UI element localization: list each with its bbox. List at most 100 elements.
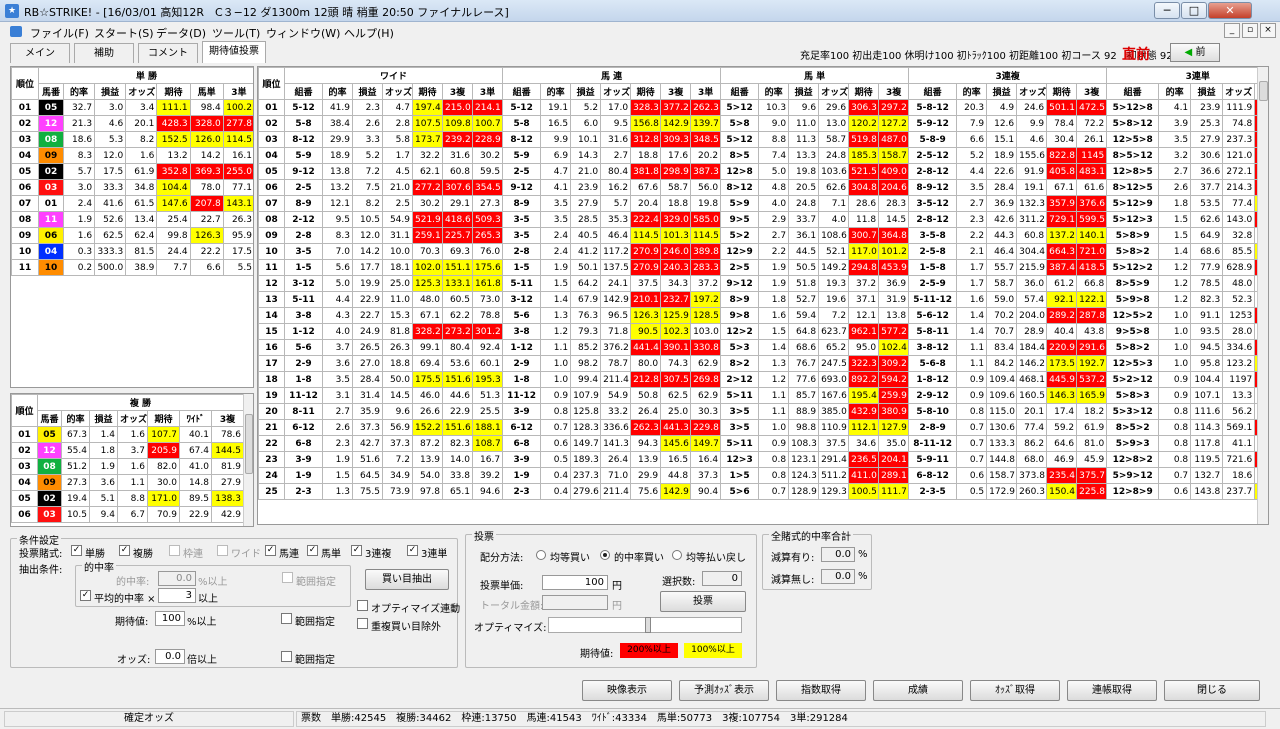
combo-row[interactable]: 19 11-12 3.1 31.4 14.5 46.0 44.6 51.3 11-12 0.9 10… bbox=[258, 387, 1268, 404]
combo-row[interactable]: 07 8-9 12.1 8.2 2.5 30.2 29.1 27.3 8-9 3.5 27.9 5.7… bbox=[258, 195, 1268, 212]
avg-hit-input[interactable]: 3 bbox=[158, 588, 196, 603]
prev-button[interactable]: ◀ 前 bbox=[1170, 43, 1220, 62]
place-row[interactable]: 05 02 19.4 5.1 8.8 171.0 89.5 138.3 bbox=[11, 490, 244, 507]
results-button[interactable]: 成績 bbox=[873, 680, 963, 701]
win-row[interactable]: 02 12 21.3 4.6 20.1 428.3 328.0 277.8 bbox=[11, 115, 253, 132]
dist-payout-radio[interactable] bbox=[672, 550, 682, 560]
win-row[interactable]: 03 08 18.6 5.3 8.2 152.5 126.0 114.5 bbox=[11, 131, 253, 148]
win-row[interactable]: 07 01 2.4 41.6 61.5 147.6 207.8 143.1 bbox=[11, 195, 253, 212]
odds-fetch-button[interactable]: ｵｯｽﾞ取得 bbox=[970, 680, 1060, 701]
bet-type-checkbox-1[interactable]: ✓ bbox=[119, 545, 130, 556]
place-scrollbar[interactable] bbox=[243, 394, 253, 526]
with-sub-value: 0.0 bbox=[821, 547, 855, 562]
combo-row[interactable]: 24 1-9 1.5 64.5 34.9 54.0 33.8 39.2 1-9 0.4 237.3 7… bbox=[258, 467, 1268, 484]
combo-row[interactable]: 08 2-12 9.5 10.5 54.9 521.9 418.6 509.3 3-5 3.5 28… bbox=[258, 211, 1268, 228]
combo-row[interactable]: 02 5-8 38.4 2.6 2.8 107.5 109.8 100.7 5-8 16.5 6.0… bbox=[258, 115, 1268, 132]
predicted-odds-button[interactable]: 予測ｵｯｽﾞ表示 bbox=[679, 680, 769, 701]
win-row[interactable]: 11 10 0.2 500.0 38.9 7.7 6.6 5.5 bbox=[11, 259, 253, 276]
win-row[interactable]: 10 04 0.3 333.3 81.5 24.4 22.2 17.5 bbox=[11, 243, 253, 260]
combo-row[interactable]: 14 3-8 4.3 22.7 15.3 67.1 62.2 78.8 5-6 1.3 76.3 96… bbox=[258, 307, 1268, 324]
maximize-button[interactable]: □ bbox=[1181, 2, 1207, 19]
unit-input[interactable]: 100 bbox=[542, 575, 608, 590]
video-button[interactable]: 映像表示 bbox=[582, 680, 672, 701]
win-row[interactable]: 06 03 3.0 33.3 34.8 104.4 78.0 77.1 bbox=[11, 179, 253, 196]
dist-equal-radio[interactable] bbox=[536, 550, 546, 560]
vote-button[interactable]: 投票 bbox=[660, 591, 746, 612]
dist-hit-radio[interactable] bbox=[600, 550, 610, 560]
place-row[interactable]: 01 05 67.3 1.4 1.6 107.7 40.1 78.6 bbox=[11, 426, 244, 443]
bet-type-checkbox-3[interactable] bbox=[217, 545, 228, 556]
combo-row[interactable]: 21 6-12 2.6 37.3 56.9 152.2 151.6 188.1 6-12 0.7 1… bbox=[258, 419, 1268, 436]
combo-row[interactable]: 20 8-11 2.7 35.9 9.6 26.6 22.9 25.5 3-9 0.8 125.8 3… bbox=[258, 403, 1268, 420]
combo-row[interactable]: 06 2-5 13.2 7.5 21.0 277.2 307.6 354.5 9-12 4.1 23… bbox=[258, 179, 1268, 196]
minimize-button[interactable]: ─ bbox=[1154, 2, 1180, 19]
range3-checkbox[interactable] bbox=[281, 651, 292, 662]
extract-button[interactable]: 買い目抽出 bbox=[365, 569, 449, 590]
hit-rate-input[interactable]: 0.0 bbox=[158, 571, 196, 586]
win-row[interactable]: 01 05 32.7 3.0 3.4 111.1 98.4 100.2 bbox=[11, 99, 253, 116]
menu-help[interactable]: ヘルプ(H) bbox=[344, 25, 394, 41]
dup-exclude-checkbox[interactable] bbox=[357, 618, 368, 629]
combo-row[interactable]: 03 8-12 29.9 3.3 5.8 173.7 239.2 228.9 8-12 9.9 10… bbox=[258, 131, 1268, 148]
menu-start[interactable]: スタート(S) bbox=[94, 25, 154, 41]
range1-checkbox[interactable] bbox=[282, 572, 293, 583]
optimize-link-checkbox[interactable] bbox=[357, 600, 368, 611]
win-row[interactable]: 08 11 1.9 52.6 13.4 25.4 22.7 26.3 bbox=[11, 211, 253, 228]
close-window-button[interactable]: 閉じる bbox=[1164, 680, 1260, 701]
place-row[interactable]: 06 03 10.5 9.4 6.7 70.9 22.9 42.9 bbox=[11, 506, 244, 523]
menu-window[interactable]: ウィンドウ(W) bbox=[266, 25, 340, 41]
value-cell: 19.8 bbox=[690, 195, 722, 212]
menu-data[interactable]: データ(D) bbox=[156, 25, 206, 41]
bet-type-checkbox-0[interactable]: ✓ bbox=[71, 545, 82, 556]
combo-row[interactable]: 25 2-3 1.3 75.5 73.9 97.8 65.1 94.6 2-3 0.4 279.6 2… bbox=[258, 483, 1268, 500]
mdi-close-icon[interactable]: × bbox=[1260, 23, 1276, 38]
combo-row[interactable]: 23 3-9 1.9 51.6 7.2 13.9 14.0 16.7 3-9 0.5 189.3 26… bbox=[258, 451, 1268, 468]
bet-type-checkbox-2[interactable] bbox=[169, 545, 180, 556]
combo-row[interactable]: 22 6-8 2.3 42.7 37.3 87.2 82.3 108.7 6-8 0.6 149.7… bbox=[258, 435, 1268, 452]
combo-row[interactable]: 15 1-12 4.0 24.9 81.8 328.2 273.2 301.2 3-8 1.2 79… bbox=[258, 323, 1268, 340]
combo-row[interactable]: 12 3-12 5.0 19.9 25.0 125.3 133.1 161.8 5-11 1.5 6… bbox=[258, 275, 1268, 292]
mdi-restore-icon[interactable]: ▫ bbox=[1242, 23, 1258, 38]
index-fetch-button[interactable]: 指数取得 bbox=[776, 680, 866, 701]
combo-row[interactable]: 09 2-8 8.3 12.0 31.1 259.1 225.7 265.3 3-5 2.4 40.… bbox=[258, 227, 1268, 244]
combo-row[interactable]: 18 1-8 3.5 28.4 50.0 175.5 151.6 195.3 1-8 1.0 99.… bbox=[258, 371, 1268, 388]
combo-row[interactable]: 01 5-12 41.9 2.3 4.7 197.4 215.0 214.1 5-12 19.1 5… bbox=[258, 99, 1268, 116]
range2-checkbox[interactable] bbox=[281, 613, 292, 624]
win-row[interactable]: 05 02 5.7 17.5 61.9 352.8 369.3 255.0 bbox=[11, 163, 253, 180]
value-cell: 1.0 bbox=[1158, 339, 1192, 356]
bet-type-checkbox-6[interactable]: ✓ bbox=[351, 545, 362, 556]
bet-type-checkbox-5[interactable]: ✓ bbox=[307, 545, 318, 556]
menu-file[interactable]: ファイル(F) bbox=[30, 25, 89, 41]
win-row[interactable]: 09 06 1.6 62.5 62.4 99.8 126.3 95.9 bbox=[11, 227, 253, 244]
combo-row[interactable]: 04 5-9 18.9 5.2 1.7 32.2 31.6 30.2 5-9 6.9 14.3 2.7… bbox=[258, 147, 1268, 164]
combo-row[interactable]: 16 5-6 3.7 26.5 26.3 99.1 80.4 92.4 1-12 1.1 85.2 3… bbox=[258, 339, 1268, 356]
combo-row[interactable]: 13 5-11 4.4 22.9 11.0 48.0 60.5 73.0 3-12 1.4 67.9… bbox=[258, 291, 1268, 308]
renchou-fetch-button[interactable]: 連帳取得 bbox=[1067, 680, 1157, 701]
win-row[interactable]: 04 09 8.3 12.0 1.6 13.2 14.2 16.1 bbox=[11, 147, 253, 164]
place-row[interactable]: 04 09 27.3 3.6 1.1 30.0 14.8 27.9 bbox=[11, 474, 244, 491]
combo-row[interactable]: 05 9-12 13.8 7.2 4.5 62.1 60.8 59.5 2-5 4.7 21.0 80… bbox=[258, 163, 1268, 180]
combo-scrollbar[interactable] bbox=[1257, 67, 1268, 524]
place-row[interactable]: 03 08 51.2 1.9 1.6 82.0 41.0 81.9 bbox=[11, 458, 244, 475]
tab-expected-vote[interactable]: 期待値投票 bbox=[202, 41, 266, 63]
combo-row[interactable]: 11 1-5 5.6 17.7 18.1 102.0 151.1 175.6 1-5 1.9 50.… bbox=[258, 259, 1268, 276]
combo-cell: 5>11 bbox=[720, 387, 760, 404]
tab-aux[interactable]: 補助 bbox=[74, 43, 134, 63]
bet-type-checkbox-7[interactable]: ✓ bbox=[407, 545, 418, 556]
place-row[interactable]: 02 12 55.4 1.8 3.7 205.9 67.4 144.5 bbox=[11, 442, 244, 459]
optimize-slider[interactable] bbox=[548, 617, 742, 633]
expect-input[interactable]: 100 bbox=[155, 611, 185, 626]
value-cell: 1.3 bbox=[540, 307, 572, 324]
combo-row[interactable]: 17 2-9 3.6 27.0 18.8 69.4 53.6 60.1 2-9 1.0 98.2 78… bbox=[258, 355, 1268, 372]
combo-row[interactable]: 10 3-5 7.0 14.2 10.0 70.3 69.3 76.0 2-8 2.4 41.2 11… bbox=[258, 243, 1268, 260]
value-cell: 269.8 bbox=[690, 371, 722, 388]
tab-main[interactable]: メイン bbox=[10, 43, 70, 63]
tab-comment[interactable]: コメント bbox=[138, 43, 198, 63]
close-button[interactable]: ✕ bbox=[1208, 2, 1252, 19]
optimize-slider-thumb[interactable] bbox=[645, 617, 651, 633]
odds-input[interactable]: 0.0 bbox=[155, 649, 185, 664]
mdi-minimize-icon[interactable]: _ bbox=[1224, 23, 1240, 38]
bet-type-checkbox-4[interactable]: ✓ bbox=[265, 545, 276, 556]
avg-hit-checkbox[interactable]: ✓ bbox=[80, 590, 91, 601]
menu-tools[interactable]: ツール(T) bbox=[212, 25, 260, 41]
